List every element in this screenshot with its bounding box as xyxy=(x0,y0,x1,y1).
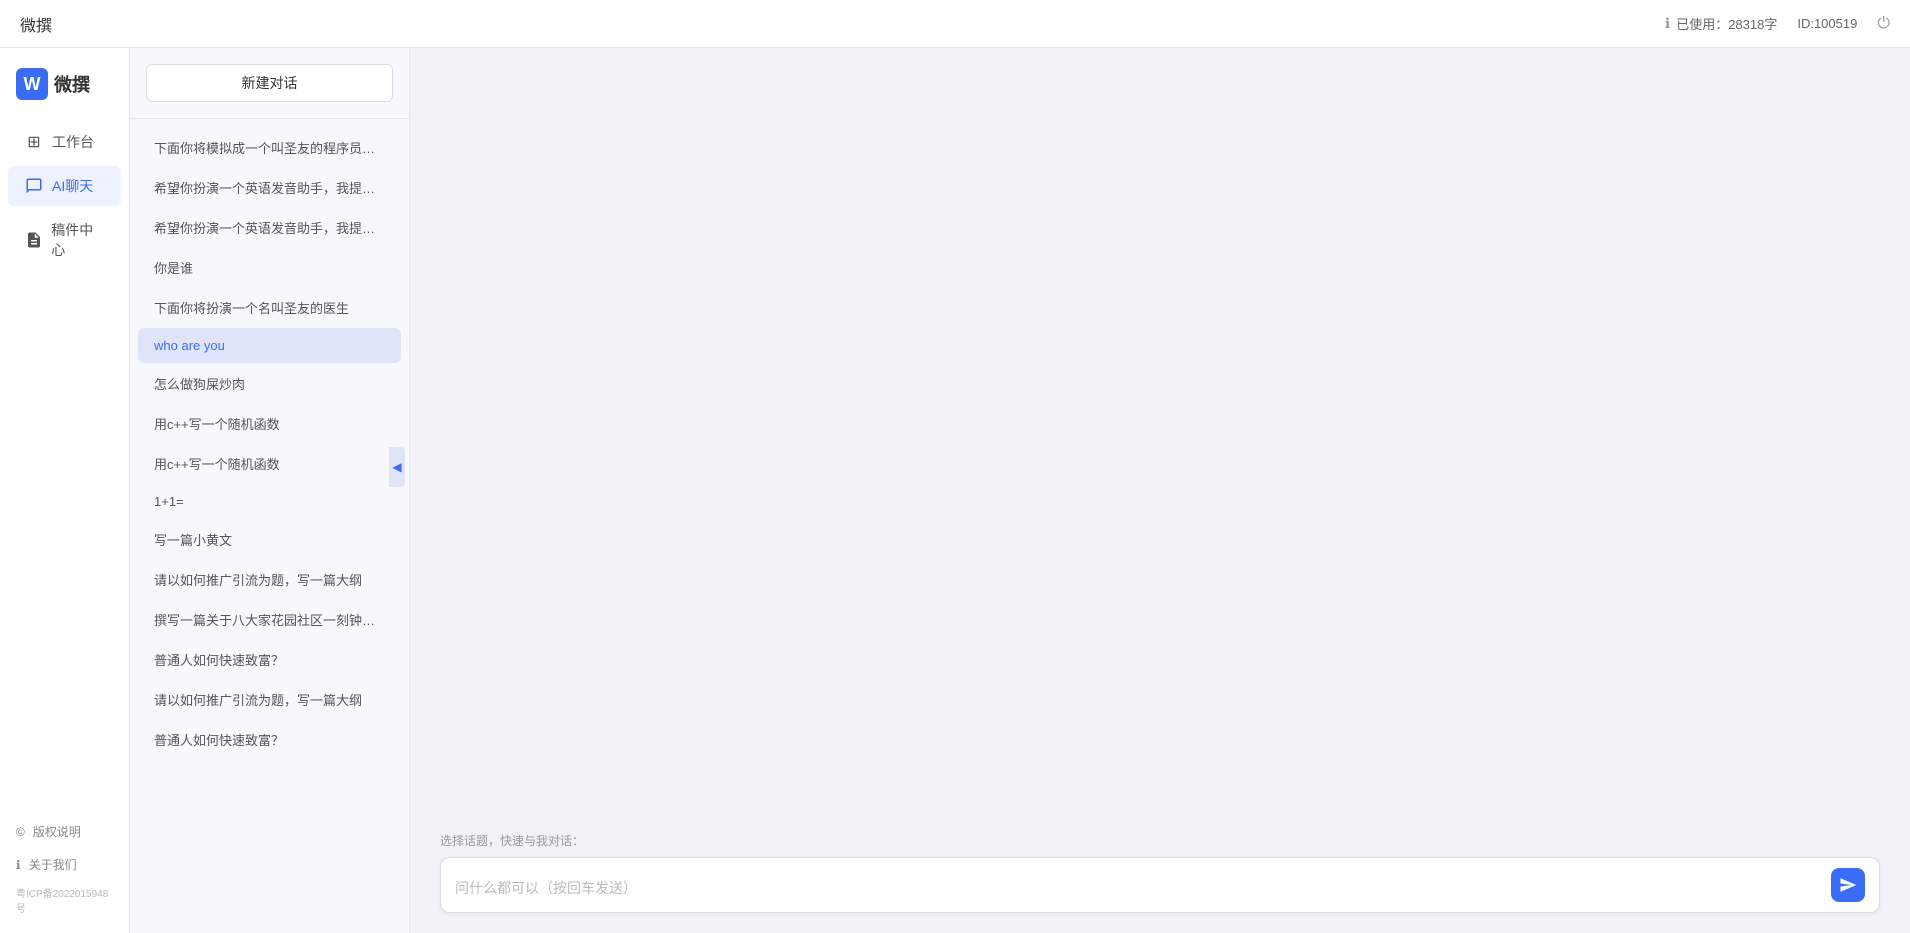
chat-list-item[interactable]: 下面你将扮演一个名叫圣友的医生 xyxy=(138,288,401,327)
id-label: ID:100519 xyxy=(1797,16,1857,31)
chat-list-item[interactable]: 用c++写一个随机函数 xyxy=(138,444,401,483)
chat-list-item[interactable]: 普通人如何快速致富？ xyxy=(138,720,401,759)
nav-item-workbench[interactable]: ⊞ 工作台 xyxy=(8,122,121,162)
chat-list-item[interactable]: 写一篇小黄文 xyxy=(138,520,401,559)
copyright-icon: © xyxy=(16,825,25,839)
nav-copyright-item[interactable]: © 版权说明 xyxy=(0,815,129,848)
logo-icon: W xyxy=(16,68,48,100)
chat-list: 下面你将模拟成一个叫圣友的程序员，我说...希望你扮演一个英语发音助手，我提供给… xyxy=(130,119,409,933)
topbar-right: ℹ 已使用：28318字 ID:100519 ⏻ xyxy=(1665,14,1890,33)
nav-label-workbench: 工作台 xyxy=(52,132,94,152)
drafts-icon xyxy=(24,230,43,250)
send-button[interactable] xyxy=(1831,868,1865,902)
usage-info: ℹ 已使用：28318字 xyxy=(1665,14,1777,33)
logo-text: 微撰 xyxy=(54,71,90,97)
chat-list-item[interactable]: 普通人如何快速致富？ xyxy=(138,640,401,679)
chat-sidebar-header: 新建对话 xyxy=(130,48,409,119)
nav-label-drafts: 稿件中心 xyxy=(51,220,105,260)
nav-about-label: 关于我们 xyxy=(29,856,77,873)
chat-list-item[interactable]: 希望你扮演一个英语发音助手，我提供给你... xyxy=(138,168,401,207)
nav-icp: 粤ICP备2022015948号 xyxy=(0,881,129,923)
chat-list-item[interactable]: 用c++写一个随机函数 xyxy=(138,404,401,443)
chat-input-area: 选择话题，快速与我对话： xyxy=(410,822,1910,933)
topbar: 微撰 ℹ 已使用：28318字 ID:100519 ⏻ xyxy=(0,0,1910,48)
input-wrapper xyxy=(440,857,1880,913)
chat-list-item[interactable]: 请以如何推广引流为题，写一篇大纲 xyxy=(138,560,401,599)
nav-about-item[interactable]: ℹ 关于我们 xyxy=(0,848,129,881)
topbar-title: 微撰 xyxy=(20,12,1665,36)
workbench-icon: ⊞ xyxy=(24,132,44,152)
info-icon: ℹ xyxy=(1665,15,1670,32)
chat-list-item[interactable]: 怎么做狗屎炒肉 xyxy=(138,364,401,403)
usage-label: 已使用：28318字 xyxy=(1676,14,1777,33)
chat-list-item[interactable]: 你是谁 xyxy=(138,248,401,287)
about-icon: ℹ xyxy=(16,858,21,872)
chat-list-item[interactable]: 1+1= xyxy=(138,484,401,519)
nav-copyright-label: 版权说明 xyxy=(33,823,81,840)
nav-bottom: © 版权说明 ℹ 关于我们 粤ICP备2022015948号 xyxy=(0,815,129,923)
logout-button[interactable]: ⏻ xyxy=(1877,15,1890,33)
chat-icon xyxy=(24,176,44,196)
nav-item-ai-chat[interactable]: AI聊天 xyxy=(8,166,121,206)
chat-list-item[interactable]: 请以如何推广引流为题，写一篇大纲 xyxy=(138,680,401,719)
chat-messages xyxy=(410,48,1910,822)
main-layout: W 微撰 ⊞ 工作台 AI聊天 稿件中心 © 版权说明 ℹ xyxy=(0,48,1910,933)
nav-logo: W 微撰 xyxy=(0,68,129,120)
chat-sidebar: 新建对话 下面你将模拟成一个叫圣友的程序员，我说...希望你扮演一个英语发音助手… xyxy=(130,48,410,933)
nav-item-drafts[interactable]: 稿件中心 xyxy=(8,210,121,270)
chat-list-item[interactable]: who are you xyxy=(138,328,401,363)
chat-main: 选择话题，快速与我对话： xyxy=(410,48,1910,933)
collapse-sidebar-button[interactable]: ◀ xyxy=(389,447,405,487)
chat-list-item[interactable]: 下面你将模拟成一个叫圣友的程序员，我说... xyxy=(138,128,401,167)
quick-topic-bar: 选择话题，快速与我对话： xyxy=(440,832,1880,849)
chat-list-item[interactable]: 希望你扮演一个英语发音助手，我提供给你... xyxy=(138,208,401,247)
chat-list-item[interactable]: 撰写一篇关于八大家花园社区一刻钟便民生... xyxy=(138,600,401,639)
nav-label-ai-chat: AI聊天 xyxy=(52,176,93,196)
chat-input[interactable] xyxy=(455,878,1821,902)
left-nav: W 微撰 ⊞ 工作台 AI聊天 稿件中心 © 版权说明 ℹ xyxy=(0,48,130,933)
new-chat-button[interactable]: 新建对话 xyxy=(146,64,393,102)
